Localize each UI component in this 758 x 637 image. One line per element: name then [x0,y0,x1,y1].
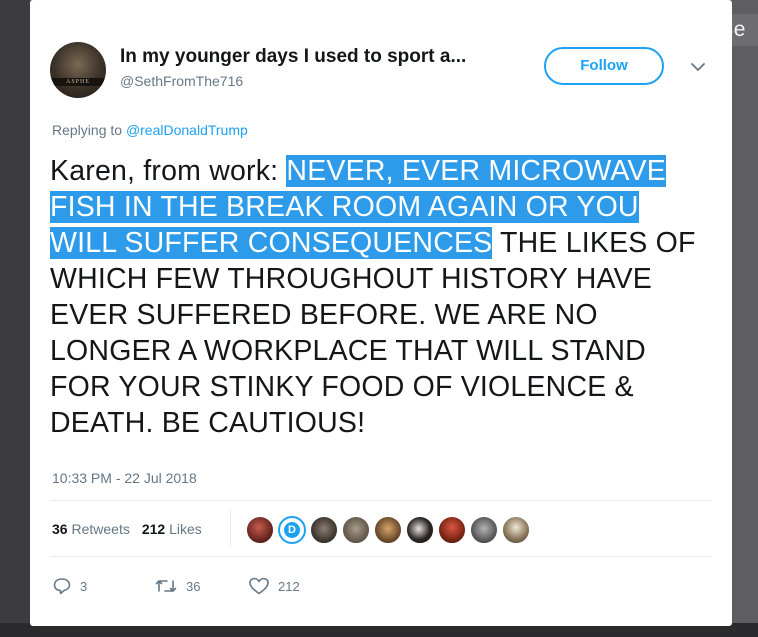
liker-avatar[interactable]: D [278,516,306,544]
liker-avatar[interactable] [502,516,530,544]
background-left-strip [0,0,30,637]
reply-button[interactable]: 3 [52,574,87,598]
retweets-label[interactable]: Retweets [71,521,129,537]
retweets-count[interactable]: 36 [52,521,68,537]
like-count: 212 [278,578,300,594]
timestamp[interactable]: 10:33 PM - 22 Jul 2018 [52,470,197,486]
like-button[interactable]: 212 [248,574,300,598]
liker-avatar[interactable] [406,516,434,544]
liker-avatar[interactable] [246,516,274,544]
replying-prefix: Replying to [52,122,123,138]
liker-avatar[interactable] [342,516,370,544]
divider-top [50,500,712,501]
stats-separator [230,510,231,546]
reply-count: 3 [80,578,88,594]
liker-avatar[interactable] [374,516,402,544]
reply-icon [53,578,71,595]
tweet-card: ASPHE In my younger days I used to sport… [30,0,732,626]
retweet-button[interactable]: 36 [154,574,200,598]
chevron-down-icon[interactable] [690,60,706,74]
divider-bottom [50,556,712,557]
heart-icon [249,577,269,595]
retweet-icon [155,580,177,592]
liker-avatar[interactable] [470,516,498,544]
avatar[interactable]: ASPHE [50,42,106,98]
liker-avatar[interactable] [310,516,338,544]
liker-avatar[interactable] [438,516,466,544]
engagement-stats: 36 Retweets 212 Likes [52,521,202,537]
follow-button[interactable]: Follow [544,47,664,85]
username[interactable]: @SethFromThe716 [120,73,243,89]
avatar-logo-banner: ASPHE [50,78,106,86]
tweet-text: Karen, from work: NEVER, EVER MICROWAVE … [50,153,710,441]
likes-count[interactable]: 212 [142,521,165,537]
replying-to: Replying to @realDonaldTrump [52,122,248,138]
likes-label[interactable]: Likes [169,521,202,537]
replying-to-link[interactable]: @realDonaldTrump [126,122,248,138]
display-name[interactable]: In my younger days I used to sport a... [120,46,466,68]
retweet-count: 36 [186,578,201,594]
tweet-text-lead: Karen, from work: [50,155,287,187]
